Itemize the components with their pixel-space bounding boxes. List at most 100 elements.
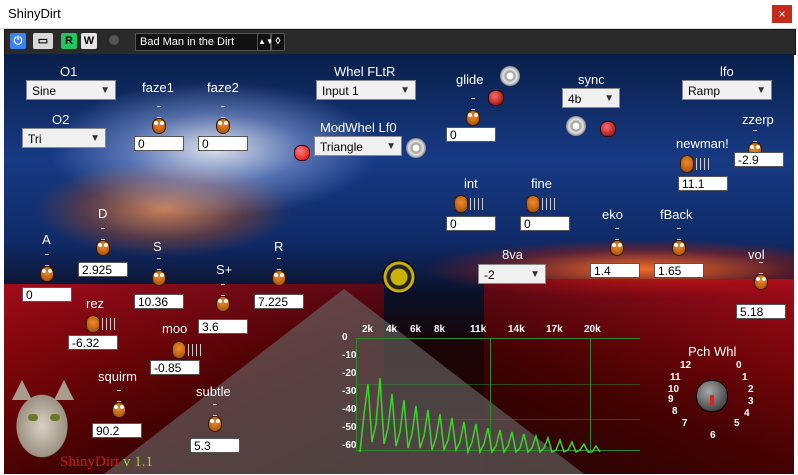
squirm-value[interactable]: 90.2 — [92, 423, 142, 438]
int-knob[interactable] — [454, 192, 486, 214]
squirm-label: squirm — [98, 369, 138, 384]
sync-switch-icon[interactable] — [566, 116, 586, 136]
pitch-number-1: 1 — [742, 372, 748, 383]
compare-button[interactable]: ▭ — [33, 33, 53, 49]
fine-knob[interactable] — [526, 192, 558, 214]
preset-menu-icon[interactable]: ◊ — [271, 33, 285, 51]
faze2-knob[interactable] — [216, 106, 230, 134]
octave-label: 8va — [502, 247, 523, 262]
title-bar: ShinyDirt × — [0, 0, 798, 29]
whel-fltr-value: Input 1 — [322, 84, 359, 98]
pitch-number-11: 11 — [670, 372, 681, 383]
whel-fltr-select[interactable]: Input 1 ▼ — [316, 80, 416, 100]
read-automation-button[interactable]: R — [61, 33, 77, 49]
fback-value[interactable]: 1.65 — [654, 263, 704, 278]
sustain-label: S — [153, 239, 162, 254]
release-value[interactable]: 7.225 — [254, 294, 304, 309]
brand-logo: ShinyDirt v 1.1 — [60, 454, 153, 471]
eko-knob[interactable] — [610, 228, 624, 256]
modwhel-label: ModWhel Lf0 — [320, 120, 397, 135]
plugin-toolbar: ⏻ ▭ R W Bad Man in the Dirt ▲▼ ◊ — [4, 29, 796, 55]
faze1-knob[interactable] — [152, 106, 166, 134]
int-value[interactable]: 0 — [446, 216, 496, 231]
close-button[interactable]: × — [772, 5, 792, 23]
decay-label: D — [98, 206, 108, 221]
faze1-label: faze1 — [142, 80, 174, 95]
chevron-down-icon: ▼ — [386, 141, 396, 152]
modwhel-value: Triangle — [320, 140, 363, 154]
lfo-value: Ramp — [688, 84, 721, 98]
moo-knob[interactable] — [172, 338, 204, 360]
pitch-wheel-dial-icon[interactable] — [696, 380, 728, 412]
sync-select[interactable]: 4b ▼ — [562, 88, 620, 108]
zzerp-value[interactable]: -2.9 — [734, 152, 784, 167]
subtle-label: subtle — [196, 384, 231, 399]
vol-knob[interactable] — [754, 262, 768, 290]
attack-knob[interactable] — [40, 254, 54, 282]
brand-version: v 1.1 — [122, 454, 153, 470]
pitch-number-8: 8 — [672, 406, 678, 417]
moo-value[interactable]: -0.85 — [150, 360, 200, 375]
glide-value[interactable]: 0 — [446, 127, 496, 142]
preset-name-field[interactable]: Bad Man in the Dirt — [135, 33, 273, 51]
sustain-knob[interactable] — [152, 258, 166, 286]
sync-label: sync — [578, 72, 605, 87]
fine-label: fine — [531, 176, 552, 191]
modwhel-switch-icon[interactable] — [406, 138, 426, 158]
sustain-plus-knob[interactable] — [216, 284, 230, 312]
subtle-knob[interactable] — [208, 404, 222, 432]
eko-label: eko — [602, 207, 623, 222]
glide-label: glide — [456, 72, 484, 87]
fback-knob[interactable] — [672, 228, 686, 256]
lfo-select[interactable]: Ramp ▼ — [682, 80, 772, 100]
spectrum-trace — [359, 377, 601, 455]
rez-knob[interactable] — [86, 312, 118, 334]
o2-label: O2 — [52, 112, 70, 127]
newman-value[interactable]: 11.1 — [678, 176, 728, 191]
vol-label: vol — [748, 247, 765, 262]
moo-label: moo — [162, 321, 188, 336]
squirm-knob[interactable] — [112, 390, 126, 418]
spectrum-analyzer: 2k 4k 6k 8k 11k 14k 17k 20k 0 -10 -20 -3… — [340, 324, 640, 474]
attack-value[interactable]: 0 — [22, 287, 72, 302]
power-button[interactable]: ⏻ — [10, 33, 26, 49]
sustain-plus-value[interactable]: 3.6 — [198, 319, 248, 334]
faze2-label: faze2 — [207, 80, 239, 95]
subtle-value[interactable]: 5.3 — [190, 438, 240, 453]
modwhel-select[interactable]: Triangle ▼ — [314, 136, 402, 156]
preset-arrows-button[interactable]: ▲▼ — [257, 33, 274, 51]
o2-waveform-select[interactable]: Tri ▼ — [22, 128, 106, 148]
faze1-value[interactable]: 0 — [134, 136, 184, 151]
pitch-number-10: 10 — [668, 384, 680, 395]
sustain-plus-label: S+ — [216, 262, 233, 277]
release-label: R — [274, 239, 284, 254]
write-automation-button[interactable]: W — [81, 33, 97, 49]
sustain-value[interactable]: 10.36 — [134, 294, 184, 309]
decay-value[interactable]: 2.925 — [78, 262, 128, 277]
sync-value: 4b — [568, 92, 582, 106]
rez-value[interactable]: -6.32 — [68, 335, 118, 350]
glide-switch-icon[interactable] — [500, 66, 520, 86]
vol-value[interactable]: 5.18 — [736, 304, 786, 319]
o1-label: O1 — [60, 64, 78, 79]
decay-knob[interactable] — [96, 228, 110, 256]
rez-label: rez — [86, 296, 105, 311]
newman-label: newman! — [676, 136, 729, 151]
faze2-value[interactable]: 0 — [198, 136, 248, 151]
octave-select[interactable]: -2 ▼ — [478, 264, 546, 284]
glide-knob[interactable] — [466, 98, 480, 126]
o1-waveform-select[interactable]: Sine ▼ — [26, 80, 116, 100]
newman-knob[interactable] — [680, 152, 712, 174]
pitch-number-9: 9 — [668, 394, 674, 405]
modwhel-led-icon[interactable] — [294, 145, 310, 161]
eko-value[interactable]: 1.4 — [590, 263, 640, 278]
o2-value: Tri — [28, 132, 42, 146]
release-knob[interactable] — [272, 258, 286, 286]
whel-fltr-label: Whel FLtR — [334, 64, 396, 79]
pitch-wheel[interactable]: 0 1 2 3 4 5 6 7 8 9 10 11 12 — [654, 360, 764, 470]
pitch-number-5: 5 — [734, 418, 740, 429]
fine-value[interactable]: 0 — [520, 216, 570, 231]
zzerp-label: zzerp — [742, 112, 774, 127]
sync-led-icon — [600, 121, 616, 137]
pitch-number-3: 3 — [748, 396, 754, 407]
